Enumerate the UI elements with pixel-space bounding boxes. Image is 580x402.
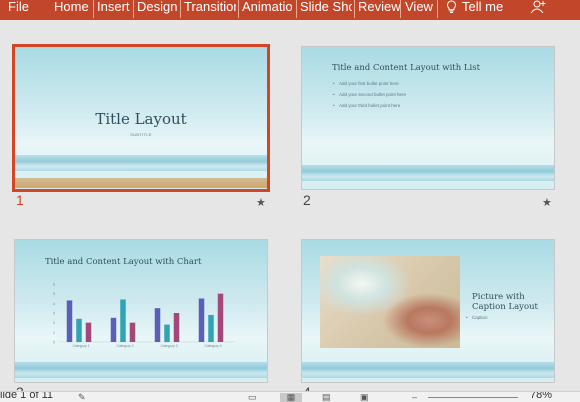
- ocean-waves: [15, 155, 267, 171]
- chart-bar: [208, 314, 214, 342]
- y-tick-label: 1: [53, 331, 55, 335]
- bullet-point: Add your third bullet point here: [333, 103, 400, 108]
- x-tick-label: Category 4: [204, 344, 221, 348]
- x-tick-label: Category 1: [72, 344, 89, 348]
- slide-number: 1: [16, 192, 24, 208]
- slide-title: Title and Content Layout with Chart: [45, 257, 202, 267]
- tab-animations[interactable]: Animatio: [242, 0, 294, 20]
- slide-title: Title and Content Layout with List: [332, 63, 481, 73]
- tab-separator: [180, 0, 181, 18]
- tab-slide-show[interactable]: Slide Sho: [300, 0, 352, 20]
- slide-title: Title Layout: [95, 110, 187, 128]
- slide-thumbnail-4[interactable]: Picture with Caption Layout Caption: [301, 239, 555, 383]
- y-tick-label: 0: [53, 341, 55, 345]
- y-tick-label: 6: [53, 283, 55, 287]
- bar-chart: 0 1 2 3 4 5 6 Category 1 Category 2 Category 3 Cat…: [53, 283, 235, 348]
- slide-sorter: Title Layout SUBTITLE 1 ★ Title and Cont…: [0, 20, 580, 391]
- tab-file[interactable]: File: [8, 0, 29, 20]
- slide-subtitle: SUBTITLE: [130, 132, 152, 137]
- chart-bar: [154, 308, 161, 342]
- ribbon-tab-bar: File Home Insert Design Transitior Anima…: [0, 0, 580, 20]
- tab-insert[interactable]: Insert: [97, 0, 130, 20]
- chart-bar: [129, 322, 136, 342]
- chart-bar: [164, 324, 170, 342]
- y-tick-label: 2: [53, 321, 55, 325]
- chart-bar: [110, 317, 117, 342]
- chart-bar: [76, 318, 82, 342]
- beach-sand: [15, 178, 267, 188]
- tab-separator: [296, 0, 297, 18]
- chart-bar: [217, 293, 224, 342]
- tab-design[interactable]: Design: [137, 0, 177, 20]
- tab-review[interactable]: Review: [358, 0, 401, 20]
- ocean-waves: [15, 362, 267, 378]
- slide-number: 2: [303, 192, 311, 208]
- ocean-waves: [302, 362, 554, 378]
- lightbulb-icon[interactable]: [446, 0, 460, 20]
- chart-bar: [120, 299, 126, 342]
- tab-view[interactable]: View: [405, 0, 433, 20]
- transition-star-icon: ★: [542, 197, 552, 209]
- add-person-icon[interactable]: [530, 0, 548, 20]
- tab-home[interactable]: Home: [54, 0, 89, 20]
- bullet-point: Add your second bullet point here: [333, 92, 406, 97]
- ocean-waves: [302, 165, 554, 181]
- zoom-slider-track: [428, 397, 518, 398]
- tab-separator: [93, 0, 94, 18]
- tell-me-search[interactable]: Tell me: [462, 0, 503, 20]
- chart-bar: [198, 298, 205, 342]
- tab-separator: [400, 0, 401, 18]
- slide-count: lide 1 of 11: [0, 391, 54, 401]
- chart-bar: [85, 322, 92, 342]
- x-tick-label: Category 3: [160, 344, 177, 348]
- bullet-point: Add your first bullet point here: [333, 81, 399, 86]
- y-tick-label: 3: [53, 312, 55, 316]
- slide-number: 4: [303, 384, 311, 391]
- tab-transitions[interactable]: Transitior: [184, 0, 236, 20]
- chart-bar: [66, 300, 73, 342]
- beach-flower-starfish-photo: [320, 256, 460, 348]
- tab-separator: [354, 0, 355, 18]
- slide-caption: Caption: [466, 315, 487, 320]
- y-tick-label: 4: [53, 302, 55, 306]
- slide-title: Picture with Caption Layout: [472, 292, 538, 312]
- chart-bar: [173, 313, 180, 342]
- slide-thumbnail-1[interactable]: Title Layout SUBTITLE: [12, 44, 270, 192]
- tab-separator: [133, 0, 134, 18]
- tab-separator: [437, 0, 438, 18]
- y-tick-label: 5: [53, 292, 55, 296]
- status-bar: lide 1 of 11 ✎ ▭ ▦ ▤ ▣ – 78%: [0, 391, 580, 402]
- slide-number: 3: [16, 384, 24, 391]
- slide-thumbnail-3[interactable]: Title and Content Layout with Chart 0 1 2 3…: [14, 239, 268, 383]
- zoom-level[interactable]: 78%: [530, 392, 552, 401]
- slide-thumbnail-2[interactable]: Title and Content Layout with List Add y…: [301, 46, 555, 190]
- transition-star-icon: ★: [256, 197, 266, 209]
- x-tick-label: Category 2: [116, 344, 133, 348]
- tab-separator: [238, 0, 239, 18]
